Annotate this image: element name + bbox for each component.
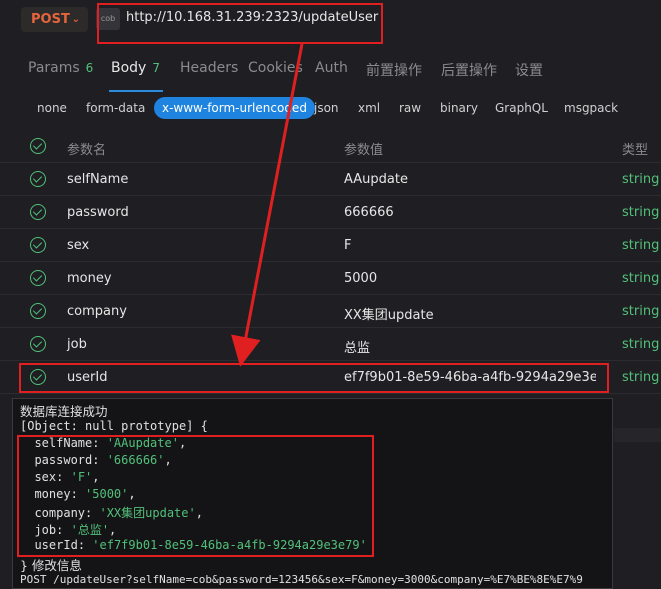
header-param-type: 类型: [622, 143, 649, 158]
chevron-down-icon: ⌄: [71, 14, 80, 25]
tab-params-count: 6: [85, 61, 94, 75]
row-checkbox[interactable]: [30, 237, 46, 253]
table-row: password 666666 string: [0, 196, 661, 229]
select-all-checkbox[interactable]: [30, 138, 46, 154]
request-tabs: Params 6 Body 7 Headers Cookies Auth 前置操作 …: [0, 52, 661, 86]
row-checkbox[interactable]: [30, 171, 46, 187]
highlight-object-box: [17, 435, 374, 557]
param-value[interactable]: AAupdate: [344, 172, 596, 187]
param-value[interactable]: 666666: [344, 205, 596, 220]
method-select[interactable]: POST ⌄: [21, 7, 88, 32]
tab-params[interactable]: Params 6: [28, 60, 93, 76]
row-checkbox[interactable]: [30, 270, 46, 286]
side-panel-strip: [614, 398, 661, 589]
body-type-raw[interactable]: raw: [399, 101, 421, 115]
body-type-xml[interactable]: xml: [358, 101, 380, 115]
console-request-log: POST /updateUser?selfName=cob&password=1…: [20, 573, 583, 586]
tab-cookies[interactable]: Cookies: [248, 60, 303, 76]
param-name[interactable]: job: [67, 337, 87, 352]
console-line: } 修改信息: [20, 558, 82, 573]
param-type[interactable]: string: [622, 238, 659, 253]
tab-post-operations[interactable]: 后置操作: [441, 60, 497, 80]
param-name[interactable]: money: [67, 271, 112, 286]
tab-pre-operations[interactable]: 前置操作: [366, 60, 422, 80]
body-type-msgpack[interactable]: msgpack: [564, 101, 618, 115]
tab-body-count: 7: [152, 61, 160, 75]
tab-params-label: Params: [28, 60, 80, 76]
body-type-form-data[interactable]: form-data: [86, 101, 145, 115]
table-row: money 5000 string: [0, 262, 661, 295]
param-value[interactable]: 总监: [344, 337, 596, 356]
table-row: selfName AAupdate string: [0, 163, 661, 196]
body-type-binary[interactable]: binary: [440, 101, 478, 115]
table-row: sex F string: [0, 229, 661, 262]
tab-body-label: Body: [111, 60, 147, 76]
tab-auth[interactable]: Auth: [315, 60, 348, 76]
console-line: [Object: null prototype] {: [20, 419, 208, 433]
param-value[interactable]: 5000: [344, 271, 596, 286]
header-param-value: 参数值: [344, 143, 384, 158]
param-type[interactable]: string: [622, 337, 659, 352]
param-type[interactable]: string: [622, 172, 659, 187]
tab-settings[interactable]: 设置: [515, 60, 543, 80]
console-line: 数据库连接成功: [20, 404, 108, 419]
table-row: company XX集团update string: [0, 295, 661, 328]
method-label: POST: [31, 12, 70, 27]
body-type-json[interactable]: json: [314, 101, 339, 115]
param-value[interactable]: F: [344, 238, 596, 253]
param-value[interactable]: XX集团update: [344, 304, 596, 323]
row-checkbox[interactable]: [30, 303, 46, 319]
param-name[interactable]: company: [67, 304, 127, 319]
console-output: 数据库连接成功 [Object: null prototype] { selfN…: [12, 398, 613, 589]
body-type-graphql[interactable]: GraphQL: [495, 101, 548, 115]
tab-headers[interactable]: Headers: [180, 60, 238, 76]
param-name[interactable]: sex: [67, 238, 89, 253]
active-tab-indicator: [109, 90, 163, 92]
param-name[interactable]: selfName: [67, 172, 128, 187]
param-type[interactable]: string: [622, 271, 659, 286]
tab-body[interactable]: Body 7: [111, 60, 160, 76]
row-checkbox[interactable]: [30, 336, 46, 352]
highlight-url-box: [97, 3, 383, 44]
table-row: job 总监 string: [0, 328, 661, 361]
body-type-urlencoded[interactable]: x-www-form-urlencoded: [154, 97, 315, 119]
header-param-name: 参数名: [67, 143, 107, 158]
row-checkbox[interactable]: [30, 204, 46, 220]
param-name[interactable]: password: [67, 205, 129, 220]
body-type-none[interactable]: none: [37, 101, 67, 115]
table-header-row: 参数名 参数值 类型: [0, 130, 661, 163]
divider: [614, 428, 661, 442]
body-type-selector: none form-data x-www-form-urlencoded jso…: [0, 97, 661, 123]
highlight-userid-box: [19, 363, 609, 393]
param-type[interactable]: string: [622, 370, 659, 385]
param-type[interactable]: string: [622, 304, 659, 319]
param-type[interactable]: string: [622, 205, 659, 220]
request-bar: POST ⌄ cob http://10.168.31.239:2323/upd…: [0, 0, 661, 44]
